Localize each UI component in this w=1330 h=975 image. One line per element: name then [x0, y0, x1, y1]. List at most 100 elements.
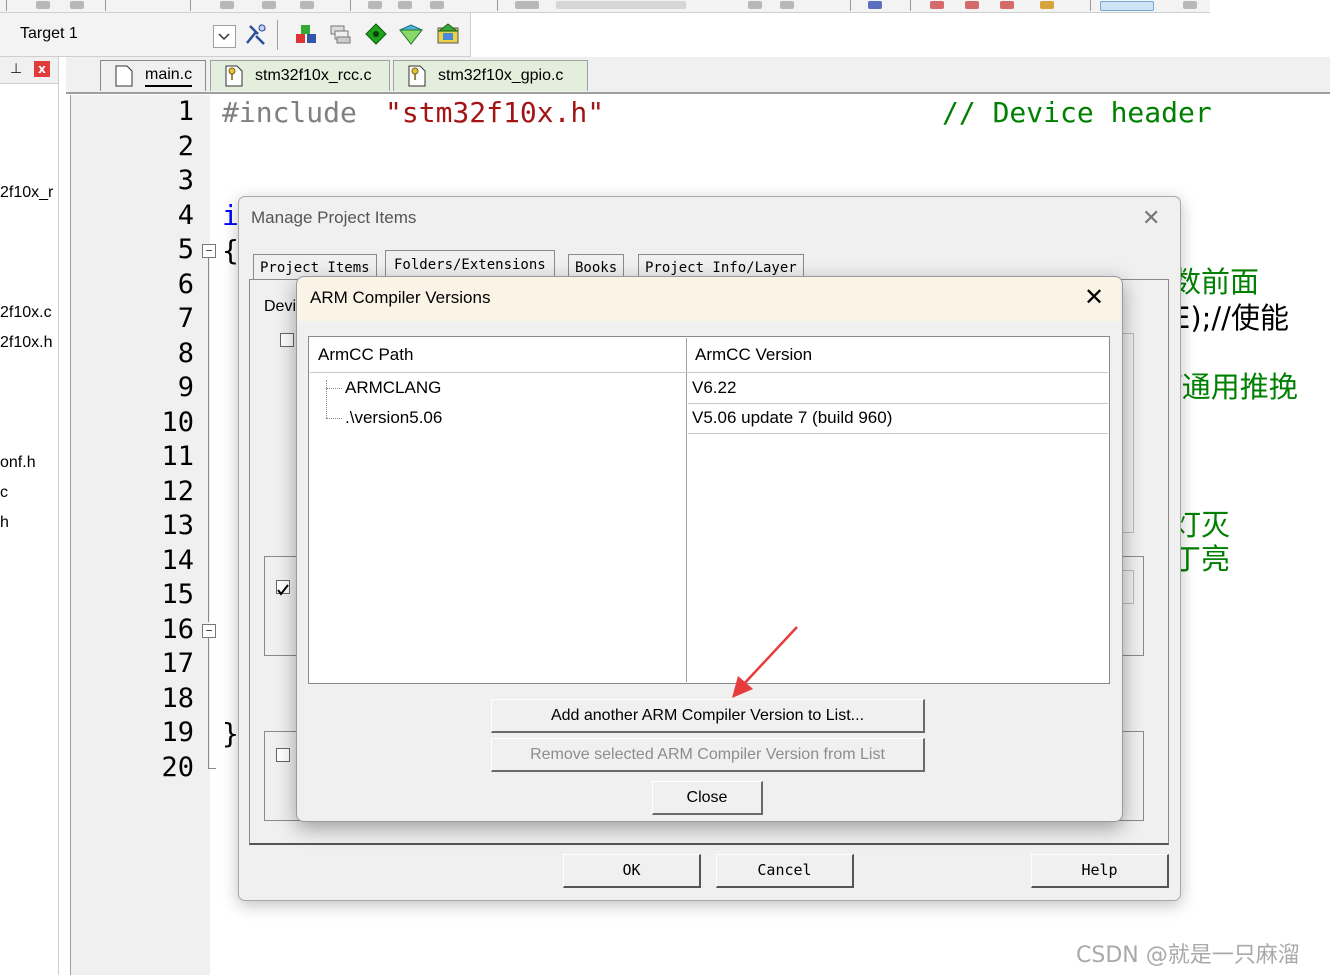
device-label: Devi [264, 298, 297, 315]
tree-connector [326, 418, 342, 419]
compiler-path-cell[interactable]: ARMCLANG [345, 378, 441, 398]
line-number: 7 [177, 303, 194, 334]
pack-installer-icon[interactable] [435, 20, 461, 48]
pin-icon[interactable]: ⊥ [10, 61, 22, 77]
toolbar-separator [6, 0, 7, 11]
fold-line [208, 638, 209, 768]
line-number: 11 [161, 441, 194, 472]
fold-line [208, 258, 209, 622]
manage-books-icon[interactable] [327, 20, 353, 48]
line-number: 16 [161, 613, 194, 645]
target-dropdown-button[interactable] [213, 25, 236, 48]
line-number: 3 [177, 165, 194, 196]
close-button[interactable]: Close [652, 781, 763, 815]
toolbar-separator [190, 0, 191, 11]
line-number: 19 [161, 717, 194, 748]
toolbar-button-icon[interactable] [262, 1, 276, 9]
compiler-path-cell[interactable]: .\version5.06 [345, 408, 442, 428]
toolbar-button-icon[interactable] [300, 1, 314, 9]
toolbar-button-icon[interactable] [70, 1, 84, 9]
toolbar-button-icon[interactable] [1100, 1, 1154, 11]
project-tree-item[interactable]: c [0, 484, 8, 502]
checkbox[interactable] [280, 333, 294, 347]
toolbar-separator [105, 0, 106, 11]
cancel-button[interactable]: Cancel [716, 854, 854, 888]
code-comment: 数前面 [1172, 265, 1260, 299]
tab-label: stm32f10x_rcc.c [255, 67, 372, 84]
project-tree-item[interactable]: h [0, 514, 9, 532]
line-number: 17 [161, 648, 194, 679]
line-number: 5 [177, 234, 194, 265]
line-number: 15 [161, 579, 194, 610]
toolbar-button-icon[interactable] [368, 1, 382, 9]
file-icon [115, 65, 133, 87]
fold-toggle-icon[interactable]: − [202, 624, 216, 638]
project-tree-item[interactable]: onf.h [0, 454, 36, 472]
line-number: 1 [177, 96, 194, 127]
compiler-version-cell[interactable]: V6.22 [692, 378, 736, 398]
help-button[interactable]: Help [1031, 854, 1169, 888]
ok-button[interactable]: OK [563, 854, 701, 888]
toolbar-button-icon[interactable] [930, 1, 944, 9]
header-separator [310, 372, 1108, 373]
annotation-arrow-icon [732, 626, 798, 698]
line-number: 20 [161, 751, 194, 783]
column-header-path[interactable]: ArmCC Path [318, 338, 413, 372]
code-fragment: i [222, 199, 239, 232]
toolbar-separator [910, 0, 911, 11]
toolbar-button-icon[interactable] [868, 1, 882, 9]
code-comment: // Device header [942, 96, 1212, 129]
tree-connector [326, 388, 342, 389]
add-compiler-version-button[interactable]: Add another ARM Compiler Version to List… [491, 699, 925, 733]
line-number: 2 [177, 130, 194, 162]
options-for-target-icon[interactable] [243, 20, 269, 48]
checkbox-checked[interactable] [276, 580, 290, 596]
line-number: 8 [177, 337, 194, 369]
toolbar-button-icon[interactable] [430, 1, 444, 9]
remove-compiler-version-button[interactable]: Remove selected ARM Compiler Version fro… [491, 738, 925, 772]
toolbar-button-icon[interactable] [748, 1, 762, 9]
tab-stm32f10x-rcc-c[interactable]: stm32f10x_rcc.c [210, 60, 390, 91]
tab-label: main.c [145, 66, 193, 87]
compiler-version-cell[interactable]: V5.06 update 7 (build 960) [692, 408, 892, 428]
code-brace: { [222, 234, 239, 267]
toolbar-button-icon[interactable] [780, 1, 794, 9]
toolbar-separator [350, 0, 351, 11]
line-number: 14 [161, 544, 194, 576]
toolbar-button-icon[interactable] [1000, 1, 1014, 9]
tab-stm32f10x-gpio-c[interactable]: stm32f10x_gpio.c [393, 60, 588, 91]
close-icon[interactable]: x [34, 61, 50, 77]
line-number: 9 [177, 372, 194, 403]
toolbar-button-icon[interactable] [398, 1, 412, 9]
close-icon[interactable]: ✕ [1142, 206, 1160, 231]
checkbox[interactable] [276, 748, 290, 762]
close-icon[interactable]: ✕ [1084, 283, 1104, 311]
top-toolbar [0, 0, 1210, 13]
toolbar-button-icon[interactable] [1183, 1, 1197, 9]
target-select-value[interactable]: Target 1 [20, 25, 78, 43]
toolbar-button-icon[interactable] [220, 1, 234, 9]
fold-toggle-icon[interactable]: − [202, 244, 216, 258]
project-tree-item[interactable]: 2f10x.c [0, 304, 52, 322]
file-extensions-icon[interactable] [293, 20, 319, 48]
manage-rte-icon[interactable] [398, 20, 424, 48]
dialog-title: Manage Project Items [251, 208, 417, 227]
project-tree-item[interactable]: 2f10x_r [0, 184, 53, 202]
line-number: 18 [161, 682, 194, 714]
toolbar-button-icon[interactable] [1040, 1, 1054, 9]
toolbar-button-icon[interactable] [515, 1, 539, 9]
tree-connector [326, 380, 327, 418]
line-number: 13 [161, 510, 194, 541]
find-combo[interactable] [556, 1, 686, 9]
column-header-version[interactable]: ArmCC Version [695, 338, 812, 372]
dialog-title: ARM Compiler Versions [310, 288, 491, 307]
project-tree-item[interactable]: 2f10x.h [0, 334, 52, 352]
toolbar-button-icon[interactable] [965, 1, 979, 9]
tab-label: stm32f10x_gpio.c [438, 67, 564, 84]
row-separator [688, 433, 1108, 434]
row-separator [688, 403, 1108, 404]
code-fragment: E);//使能 [1172, 301, 1289, 335]
tab-main-c[interactable]: main.c [100, 60, 206, 91]
select-packs-icon[interactable] [363, 20, 389, 48]
toolbar-button-icon[interactable] [36, 1, 50, 9]
